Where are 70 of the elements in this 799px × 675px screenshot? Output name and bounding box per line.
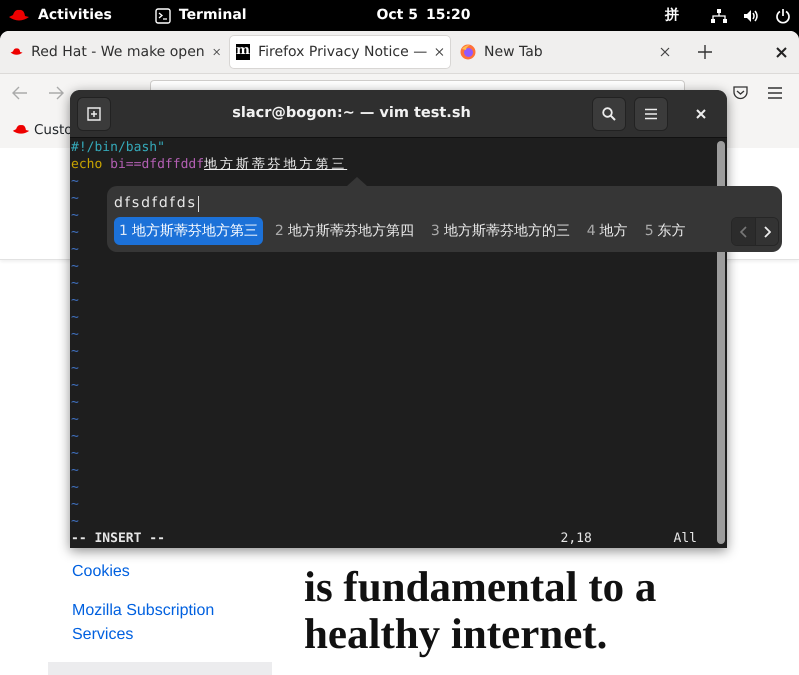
empty-line-marker: ~	[71, 208, 79, 223]
hat-icon	[12, 124, 30, 136]
new-tab-icon[interactable]	[698, 45, 712, 59]
browser-logo-icon	[460, 44, 476, 60]
activities-button[interactable]: Activities	[38, 5, 112, 26]
empty-line-marker: ~	[71, 242, 79, 257]
browser-tab[interactable]: Red Hat - We make open	[4, 35, 226, 69]
empty-line-marker: ~	[71, 225, 79, 240]
close-icon[interactable]	[776, 46, 787, 58]
empty-line-marker: ~	[71, 480, 79, 495]
new-tab-button[interactable]	[77, 96, 111, 130]
empty-line-marker: ~	[71, 395, 79, 410]
chevron-left-icon	[740, 226, 747, 238]
candidate[interactable]: 2 地方斯蒂芬地方第四	[270, 217, 419, 245]
app-menu[interactable]: Terminal	[178, 5, 247, 26]
empty-line-marker: ~	[71, 429, 79, 444]
empty-line-marker: ~	[71, 361, 79, 376]
pocket-icon[interactable]	[733, 86, 748, 100]
cursor-position: 2,18	[560, 530, 593, 547]
search-icon	[602, 106, 616, 120]
empty-line-marker: ~	[71, 497, 79, 512]
candidate[interactable]: 4 地方	[582, 217, 633, 245]
empty-line-marker: ~	[71, 276, 79, 291]
terminal-icon	[154, 8, 171, 24]
hat-icon	[8, 8, 30, 22]
empty-line-marker: ~	[71, 293, 79, 308]
code-text: #!/bin/bash"	[71, 140, 165, 155]
menu-button[interactable]	[634, 96, 668, 130]
close-tab-icon[interactable]	[212, 47, 220, 57]
nav-link[interactable]: Cookies	[48, 560, 248, 584]
empty-line-marker: ~	[71, 378, 79, 393]
browser-tab[interactable]: New Tab	[454, 35, 676, 69]
candidate[interactable]: 1 地方斯蒂芬地方第三	[114, 217, 263, 245]
url-field[interactable]	[150, 80, 685, 90]
close-tab-icon[interactable]	[660, 47, 670, 57]
site-logo-icon: m	[236, 44, 250, 60]
menu-icon[interactable]	[768, 87, 782, 99]
volume-icon[interactable]	[743, 8, 759, 22]
mode-indicator: -- INSERT --	[71, 530, 166, 547]
browser-tab[interactable]: m Firefox Privacy Notice —	[229, 35, 451, 69]
empty-line-marker: ~	[71, 344, 79, 359]
candidate[interactable]: 3 地方斯蒂芬地方的三	[426, 217, 575, 245]
empty-line-marker: ~	[71, 174, 79, 189]
text-cursor	[198, 196, 199, 212]
clock[interactable]: Oct 5 15:20	[328, 5, 471, 26]
empty-line-marker: ~	[71, 446, 79, 461]
page-heading: is fundamental to a healthy internet.	[304, 564, 658, 658]
empty-line-marker: ~	[71, 412, 79, 427]
window-title: slacr@bogon:~ — vim test.sh	[231, 104, 472, 123]
input-method-indicator[interactable]: 拼	[665, 5, 679, 26]
preedit-text: dfsdfdfds	[114, 194, 197, 213]
chevron-right-icon	[764, 226, 770, 238]
candidate[interactable]: 5 东方	[640, 217, 691, 245]
empty-line-marker: ~	[71, 327, 79, 342]
empty-line-marker: ~	[71, 463, 79, 478]
nav-link[interactable]: Mozilla Subscription Services	[48, 599, 248, 647]
new-tab-icon	[87, 106, 101, 120]
preedit-text: 地方斯蒂芬地方第三	[204, 157, 348, 172]
code-text: bi==dfdffddf	[109, 157, 204, 172]
search-button[interactable]	[592, 96, 626, 130]
close-tab-icon[interactable]	[435, 47, 444, 57]
scroll-indicator: All	[674, 530, 697, 547]
empty-line-marker: ~	[71, 514, 79, 529]
empty-line-marker: ~	[71, 259, 79, 274]
empty-line-marker: ~	[71, 310, 79, 325]
code-text: echo	[71, 157, 102, 172]
network-icon[interactable]	[711, 8, 727, 22]
power-icon[interactable]	[775, 8, 791, 24]
empty-line-marker: ~	[71, 191, 79, 206]
menu-icon	[645, 108, 657, 120]
